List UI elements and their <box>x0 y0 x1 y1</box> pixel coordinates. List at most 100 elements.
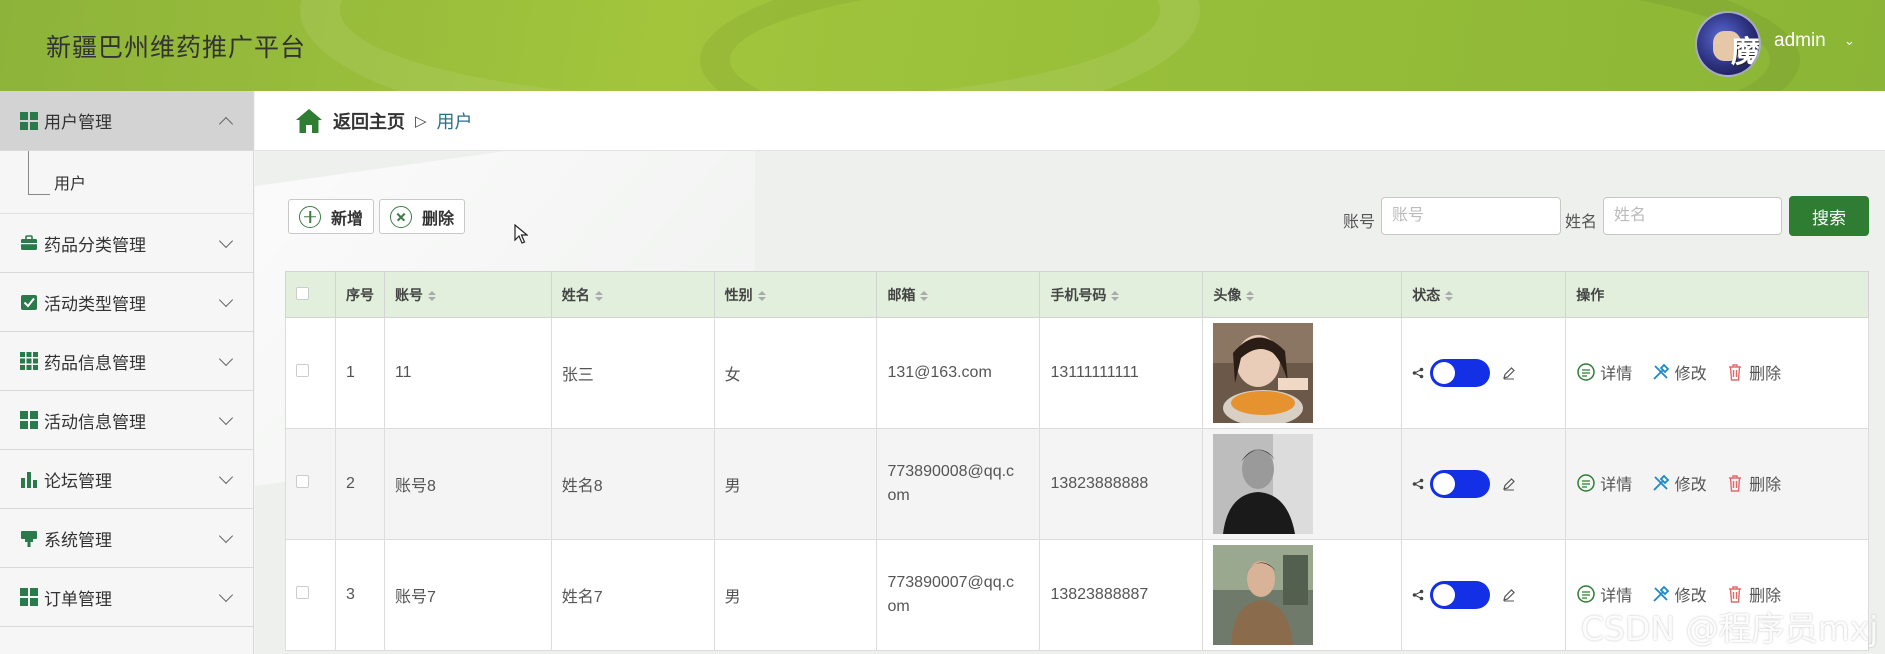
breadcrumb-current: 用户 <box>436 111 473 132</box>
user-avatar[interactable]: 魔 <box>1695 11 1761 77</box>
user-name[interactable]: admin <box>1774 30 1826 52</box>
top-header: 新疆巴州维药推广平台 魔 admin ⌄ <box>0 0 1885 91</box>
detail-button[interactable]: 详情 <box>1576 471 1632 495</box>
cell-phone: 13111111111 <box>1039 317 1204 429</box>
delete-row-button[interactable]: 删除 <box>1725 471 1781 495</box>
share-icon <box>1412 478 1424 490</box>
breadcrumb-home-link[interactable]: 返回主页 <box>333 108 405 134</box>
grid-icon <box>20 411 38 429</box>
detail-icon <box>1577 362 1595 381</box>
user-photo[interactable] <box>1213 323 1314 423</box>
sort-icon[interactable] <box>1111 290 1120 301</box>
sidebar-subitem-label: 用户 <box>54 176 87 193</box>
column-header-actions: 操作 <box>1565 271 1869 318</box>
status-toggle[interactable] <box>1430 581 1491 609</box>
delete-row-button[interactable]: 删除 <box>1725 360 1781 384</box>
account-search-label: 账号 <box>1343 214 1376 231</box>
name-search-input[interactable] <box>1603 197 1782 235</box>
pencil-icon[interactable] <box>1502 477 1516 491</box>
column-header-status[interactable]: 状态 <box>1401 271 1567 318</box>
cell-phone: 13823888888 <box>1039 428 1204 540</box>
table-row: 2 账号8 姓名8 男 773890008@qq.c om 1382388888… <box>285 428 1869 540</box>
search-button[interactable]: 搜索 <box>1789 196 1869 236</box>
sidebar-subitem-users[interactable]: 用户 <box>0 151 253 214</box>
row-checkbox[interactable] <box>296 364 309 377</box>
cell-email: 773890008@qq.c om <box>876 428 1041 540</box>
sort-icon[interactable] <box>920 290 929 301</box>
sidebar-item-label: 订单管理 <box>44 589 112 609</box>
chevron-down-icon <box>218 587 234 603</box>
sort-icon[interactable] <box>757 290 766 301</box>
chevron-down-icon <box>218 233 234 249</box>
add-button-label: 新增 <box>331 210 364 228</box>
sidebar-item-system[interactable]: 系统管理 <box>0 509 253 568</box>
user-photo[interactable] <box>1213 545 1314 645</box>
cell-avatar <box>1202 317 1403 429</box>
sidebar-item-label: 系统管理 <box>44 530 112 550</box>
select-all-checkbox[interactable] <box>296 286 309 300</box>
sort-icon[interactable] <box>594 290 603 301</box>
sidebar-item-orders[interactable]: 订单管理 <box>0 568 253 627</box>
sidebar-item-user-management[interactable]: 用户管理 <box>0 91 253 151</box>
sidebar-item-activity-info[interactable]: 活动信息管理 <box>0 391 253 450</box>
cell-account: 账号8 <box>383 428 552 540</box>
pencil-icon[interactable] <box>1502 588 1516 602</box>
sidebar-item-label: 活动类型管理 <box>44 294 146 314</box>
name-search-label: 姓名 <box>1565 214 1598 231</box>
user-table: 序号 账号 姓名 性别 邮箱 手机号码 头像 状态 操作 1 11 张三 女 1… <box>285 271 1869 651</box>
sidebar: 用户管理 用户 药品分类管理 活动类型管理 药品信息管理 活动信息管理 论坛管理… <box>0 91 254 654</box>
sidebar-item-activity-type[interactable]: 活动类型管理 <box>0 273 253 332</box>
cell-gender: 男 <box>713 428 878 540</box>
detail-button[interactable]: 详情 <box>1576 360 1632 384</box>
detail-icon <box>1577 584 1595 603</box>
pencil-icon[interactable] <box>1502 366 1516 380</box>
grid-icon <box>20 588 38 606</box>
cell-account: 11 <box>383 317 552 429</box>
column-header-name[interactable]: 姓名 <box>550 271 715 318</box>
user-photo[interactable] <box>1213 434 1314 534</box>
cell-account: 账号7 <box>383 539 552 651</box>
edit-button[interactable]: 修改 <box>1651 471 1707 495</box>
sort-icon[interactable] <box>1445 290 1454 301</box>
cell-email: 773890007@qq.c om <box>876 539 1041 651</box>
tools-icon <box>1653 363 1669 380</box>
cell-phone: 13823888887 <box>1039 539 1204 651</box>
row-checkbox[interactable] <box>296 475 309 488</box>
status-toggle[interactable] <box>1430 359 1491 387</box>
column-header-gender[interactable]: 性别 <box>713 271 878 318</box>
chevron-down-icon[interactable]: ⌄ <box>1844 33 1855 49</box>
sidebar-item-drug-info[interactable]: 药品信息管理 <box>0 332 253 391</box>
select-all-header[interactable] <box>285 271 336 318</box>
header-decoration <box>700 0 1800 91</box>
column-header-email[interactable]: 邮箱 <box>876 271 1041 318</box>
edit-button[interactable]: 修改 <box>1651 360 1707 384</box>
sidebar-item-forum[interactable]: 论坛管理 <box>0 450 253 509</box>
table-header-row: 序号 账号 姓名 性别 邮箱 手机号码 头像 状态 操作 <box>285 271 1869 318</box>
row-checkbox[interactable] <box>296 586 309 599</box>
home-icon[interactable] <box>295 108 323 134</box>
plus-circle-icon <box>299 205 321 228</box>
tools-icon <box>1653 474 1669 491</box>
cell-gender: 女 <box>713 317 878 429</box>
apps-icon <box>20 352 38 370</box>
cell-avatar <box>1202 428 1403 540</box>
chevron-down-icon <box>218 351 234 367</box>
cell-name: 张三 <box>550 317 715 429</box>
chevron-down-icon <box>218 410 234 426</box>
delete-button[interactable]: 删除 <box>379 199 466 234</box>
sidebar-item-drug-category[interactable]: 药品分类管理 <box>0 214 253 273</box>
status-toggle[interactable] <box>1430 470 1491 498</box>
sort-icon[interactable] <box>427 290 436 301</box>
sort-icon[interactable] <box>1246 290 1255 301</box>
cell-index: 2 <box>334 428 385 540</box>
sidebar-item-label: 论坛管理 <box>44 471 112 491</box>
account-search-input[interactable] <box>1381 197 1561 235</box>
csdn-watermark: CSDN @程序员mxj <box>1581 609 1879 648</box>
table-row: 1 11 张三 女 131@163.com 13111111111 详情 修改 … <box>285 317 1869 429</box>
cell-actions: 详情 修改 删除 <box>1565 428 1869 540</box>
column-header-phone[interactable]: 手机号码 <box>1039 271 1204 318</box>
add-button[interactable]: 新增 <box>288 199 375 234</box>
column-header-account[interactable]: 账号 <box>383 271 552 318</box>
cell-index: 3 <box>334 539 385 651</box>
column-header-avatar[interactable]: 头像 <box>1202 271 1403 318</box>
